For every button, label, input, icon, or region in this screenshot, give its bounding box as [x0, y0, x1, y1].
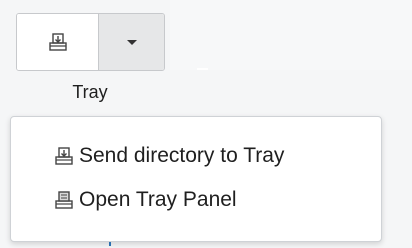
- toolbar-background: [170, 0, 412, 70]
- partial-element: [109, 242, 111, 246]
- tray-dropdown-button[interactable]: [99, 14, 164, 70]
- menu-item-label: Send directory to Tray: [79, 144, 285, 167]
- application-window: Tray Send directory to Tray Open Tray Pa…: [0, 0, 412, 248]
- tray-split-button[interactable]: [16, 13, 165, 71]
- toolbar-divider: [197, 68, 208, 70]
- tray-send-icon: [47, 31, 69, 53]
- tray-open-icon: [53, 189, 75, 211]
- chevron-down-icon: [126, 40, 137, 45]
- tray-main-button[interactable]: [17, 14, 99, 70]
- menu-item-open-tray-panel[interactable]: Open Tray Panel: [53, 183, 237, 217]
- tray-button-label: Tray: [72, 82, 108, 102]
- tray-send-icon: [53, 145, 75, 167]
- menu-item-send-directory[interactable]: Send directory to Tray: [53, 139, 284, 173]
- menu-item-label: Open Tray Panel: [79, 188, 237, 211]
- tray-dropdown-menu: Send directory to Tray Open Tray Panel: [10, 116, 382, 242]
